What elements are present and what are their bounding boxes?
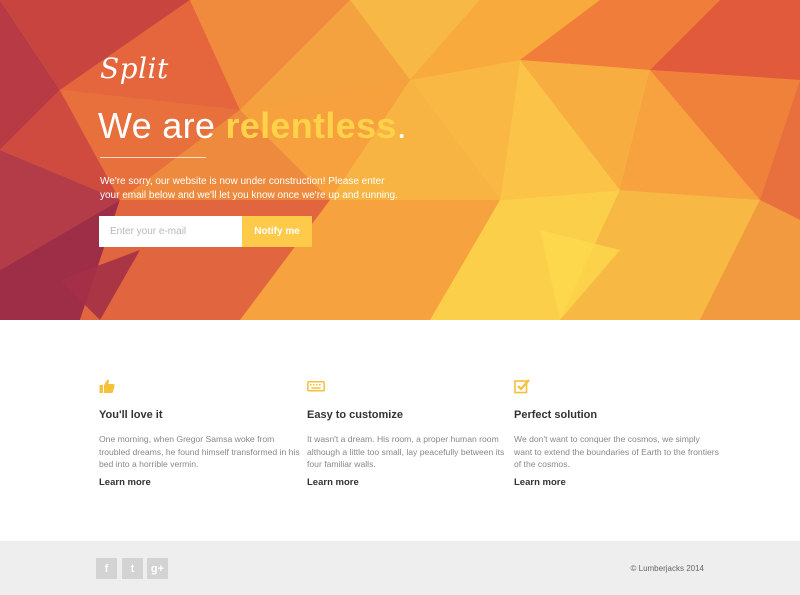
- learn-more-link[interactable]: Learn more: [307, 477, 359, 488]
- hero-section: Split We are relentless. We're sorry, ou…: [0, 0, 800, 320]
- learn-more-link[interactable]: Learn more: [514, 477, 566, 488]
- headline-prefix: We are: [98, 105, 226, 146]
- google-plus-icon[interactable]: g+: [147, 558, 168, 579]
- learn-more-link[interactable]: Learn more: [99, 477, 151, 488]
- feature-text: We don't want to conquer the cosmos, we …: [514, 434, 719, 469]
- notify-button[interactable]: Notify me: [242, 216, 312, 247]
- page-title: We are relentless.: [98, 105, 407, 147]
- feature-customize: Easy to customize It wasn't a dream. His…: [307, 378, 517, 488]
- headline-accent: relentless: [225, 105, 397, 146]
- headline-suffix: .: [396, 105, 407, 146]
- divider: [100, 157, 206, 158]
- polygon-background: [0, 0, 800, 320]
- email-field[interactable]: [99, 216, 242, 247]
- feature-love-it: You'll love it One morning, when Gregor …: [99, 378, 309, 488]
- feature-title: Perfect solution: [514, 409, 598, 421]
- checkbox-icon: [514, 379, 530, 394]
- feature-text: One morning, when Gregor Samsa woke from…: [99, 434, 300, 469]
- keyboard-icon: [307, 381, 325, 392]
- feature-text: It wasn't a dream. His room, a proper hu…: [307, 434, 505, 469]
- twitter-icon[interactable]: t: [122, 558, 143, 579]
- facebook-icon[interactable]: f: [96, 558, 117, 579]
- logo[interactable]: Split: [100, 52, 169, 85]
- feature-perfect-solution: Perfect solution We don't want to conque…: [514, 378, 724, 488]
- feature-title: You'll love it: [99, 409, 163, 421]
- feature-title: Easy to customize: [307, 409, 403, 421]
- thumbs-up-icon: [99, 379, 115, 393]
- footer: f t g+ © Lumberjacks 2014: [0, 541, 800, 595]
- copyright: © Lumberjacks 2014: [630, 564, 705, 573]
- intro-text: We're sorry, our website is now under co…: [100, 176, 398, 201]
